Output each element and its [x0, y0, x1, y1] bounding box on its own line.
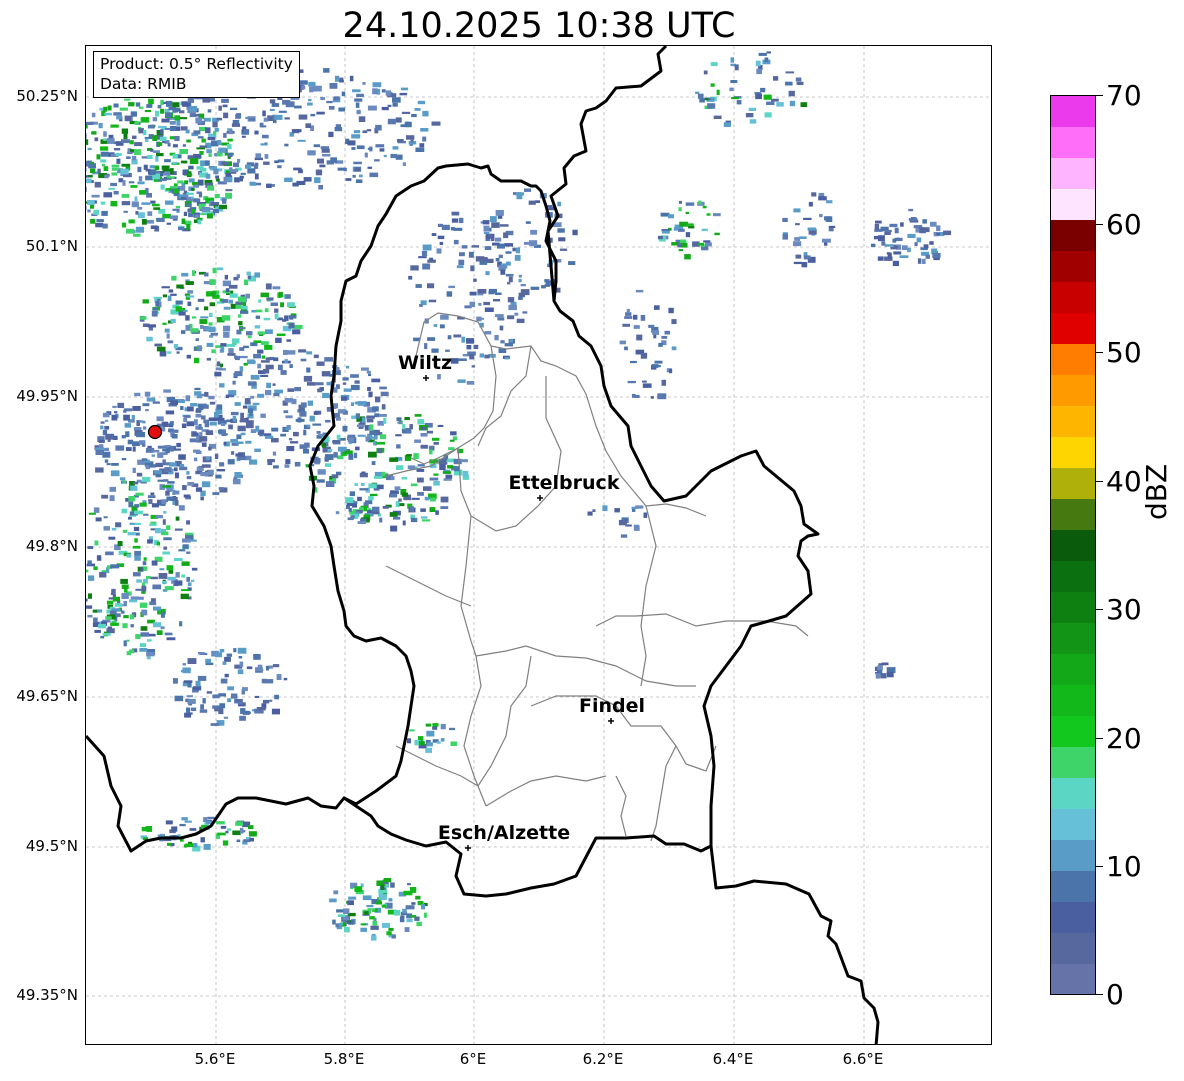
data-source-text: Data: RMIB — [100, 75, 187, 93]
lon-label: 5.6°E — [194, 1050, 236, 1068]
city-wiltz: Wiltz — [398, 352, 452, 381]
colorbar-segment — [1051, 219, 1095, 252]
colorbar-segment — [1051, 126, 1095, 159]
colorbar-label: 20 — [1106, 722, 1142, 755]
colorbar-tick — [1096, 738, 1103, 739]
gridlines — [86, 46, 991, 1044]
lat-label: 50.25°N — [16, 87, 78, 105]
colorbar-segment — [1051, 250, 1095, 283]
colorbar-unit-label: dBZ — [1140, 463, 1173, 520]
lat-label: 49.65°N — [16, 687, 78, 705]
colorbar-segment — [1051, 498, 1095, 530]
country-borders — [86, 46, 880, 1044]
colorbar-label: 30 — [1106, 593, 1142, 626]
city-marker-wiltz — [423, 375, 429, 381]
colorbar-tick — [1096, 609, 1103, 610]
colorbar-segment — [1051, 343, 1095, 376]
city-findel: Findel — [579, 695, 645, 724]
colorbar-segment — [1051, 467, 1095, 500]
colorbar-segment — [1051, 715, 1095, 747]
lat-label: 50.1°N — [25, 237, 78, 255]
colorbar-segment — [1051, 684, 1095, 716]
colorbar-tick — [1096, 352, 1103, 353]
colorbar-segment — [1051, 529, 1095, 561]
colorbar-tick — [1096, 994, 1103, 995]
lon-label: 5.8°E — [323, 1050, 365, 1068]
city-marker-esch-alzette — [465, 845, 471, 851]
colorbar-segment — [1051, 560, 1095, 592]
colorbar-segment — [1051, 870, 1095, 902]
colorbar-segment — [1051, 188, 1095, 221]
lat-label: 49.8°N — [25, 537, 78, 555]
colorbar-tick — [1096, 95, 1103, 96]
colorbar-segment — [1051, 963, 1095, 995]
colorbar-label: 10 — [1106, 850, 1142, 883]
city-label-esch-alzette: Esch/Alzette — [438, 822, 570, 844]
colorbar — [1050, 95, 1096, 995]
city-label-wiltz: Wiltz — [398, 352, 452, 374]
map-panel[interactable]: Wiltz Ettelbruck Findel Esch/Alzette — [85, 45, 992, 1045]
colorbar-segment — [1051, 591, 1095, 623]
colorbar-segment — [1051, 157, 1095, 190]
colorbar-segment — [1051, 839, 1095, 871]
colorbar-tick — [1096, 481, 1103, 482]
colorbar-segment — [1051, 374, 1095, 407]
city-ettelbruck: Ettelbruck — [509, 472, 620, 501]
city-label-ettelbruck: Ettelbruck — [509, 472, 620, 494]
colorbar-segment — [1051, 96, 1095, 128]
colorbar-tick — [1096, 866, 1103, 867]
colorbar-label: 40 — [1106, 465, 1142, 498]
city-marker-findel — [608, 718, 614, 724]
city-markers: Wiltz Ettelbruck Findel Esch/Alzette — [398, 352, 645, 851]
colorbar-tick — [1096, 224, 1103, 225]
canton-boundaries — [385, 312, 809, 842]
colorbar-label: 50 — [1106, 336, 1142, 369]
colorbar-segment — [1051, 777, 1095, 809]
colorbar-segment — [1051, 312, 1095, 345]
colorbar-label: 60 — [1106, 208, 1142, 241]
colorbar-segment — [1051, 622, 1095, 654]
city-marker-ettelbruck — [537, 495, 543, 501]
colorbar-segment — [1051, 932, 1095, 964]
lon-label: 6.4°E — [712, 1050, 754, 1068]
lon-label: 6°E — [459, 1050, 487, 1068]
info-box: Product: 0.5° Reflectivity Data: RMIB — [93, 51, 300, 98]
lon-label: 6.6°E — [842, 1050, 884, 1068]
lat-label: 49.35°N — [16, 986, 78, 1004]
product-text: Product: 0.5° Reflectivity — [100, 55, 293, 73]
lon-label: 6.2°E — [582, 1050, 624, 1068]
colorbar-segment — [1051, 901, 1095, 933]
colorbar-segment — [1051, 653, 1095, 685]
radar-site-marker — [147, 424, 163, 440]
lat-label: 49.5°N — [25, 837, 78, 855]
colorbar-segment — [1051, 436, 1095, 469]
colorbar-segment — [1051, 746, 1095, 778]
colorbar-segment — [1051, 405, 1095, 438]
colorbar-label: 0 — [1106, 978, 1124, 1011]
city-label-findel: Findel — [579, 695, 645, 717]
lat-label: 49.95°N — [16, 387, 78, 405]
map-title: 24.10.2025 10:38 UTC — [342, 6, 736, 46]
map-canvas: Wiltz Ettelbruck Findel Esch/Alzette — [86, 46, 991, 1044]
colorbar-segment — [1051, 808, 1095, 840]
colorbar-label: 70 — [1106, 79, 1142, 112]
colorbar-segment — [1051, 281, 1095, 314]
